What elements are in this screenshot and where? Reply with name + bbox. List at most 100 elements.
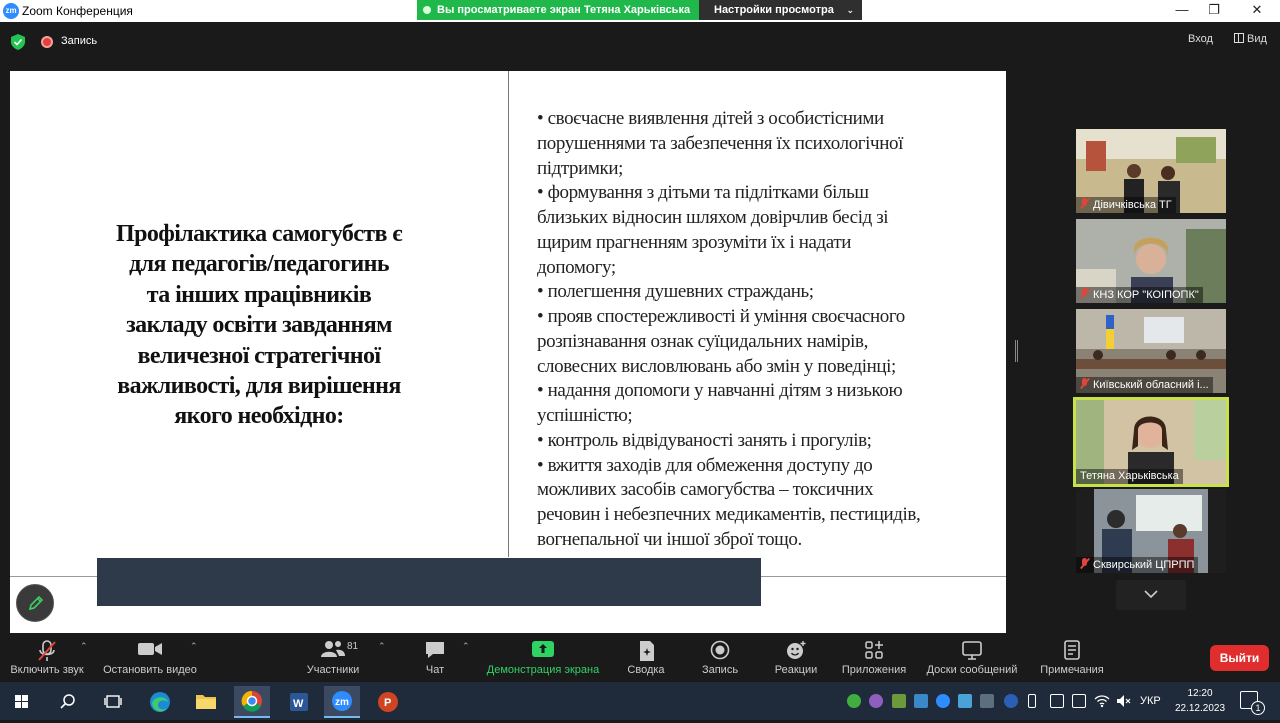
- slide-bullet-line: допомогу;: [537, 256, 616, 278]
- notes-button[interactable]: Примечания: [1036, 633, 1108, 682]
- slide-bullet-line: • надання допомоги у навчанні дітям з ни…: [537, 380, 903, 402]
- clock-time: 12:20: [1187, 688, 1213, 699]
- start-button[interactable]: [4, 686, 40, 718]
- slide-bullet-line: • полегшення душевних страждань;: [537, 281, 814, 303]
- meeting-toolbar: Включить звук ⌃ Остановить видео ⌃ Участ…: [0, 633, 1280, 682]
- tray-app-icon[interactable]: [914, 694, 928, 708]
- notifications-count: 1: [1251, 701, 1265, 715]
- unmute-button[interactable]: Включить звук: [2, 633, 92, 682]
- slide-title-line: величезної стратегічної: [137, 342, 382, 369]
- tray-app-icon[interactable]: [892, 694, 906, 708]
- tray-app-icon[interactable]: [958, 694, 972, 708]
- panel-splitter[interactable]: [1015, 340, 1018, 362]
- clock-date: 22.12.2023: [1174, 703, 1226, 714]
- participants-options-caret[interactable]: ⌃: [378, 641, 386, 652]
- folder-icon: [196, 695, 216, 709]
- tray-app-icon[interactable]: [1072, 694, 1086, 708]
- pencil-icon: [28, 595, 44, 611]
- chat-bubble-icon: [426, 642, 444, 658]
- video-tile[interactable]: КНЗ КОР "КОІПОПК": [1076, 219, 1226, 303]
- slide-bullet-line: близьких відносин шляхом довірчлив бесід…: [537, 207, 889, 228]
- slide-footer-bar: [97, 558, 761, 606]
- taskbar-chrome[interactable]: [234, 686, 270, 718]
- taskbar-edge[interactable]: [142, 686, 178, 718]
- participant-name: Тетяна Харьківська: [1080, 470, 1179, 482]
- taskbar-file-explorer[interactable]: [188, 686, 224, 718]
- shared-screen: Профілактика самогубств є для педагогів/…: [10, 71, 1006, 633]
- slide-bullet-line: • своєчасне виявлення дітей з особистісн…: [537, 108, 884, 129]
- summary-button[interactable]: Сводка: [620, 633, 672, 682]
- view-options-label: Настройки просмотра: [714, 4, 834, 16]
- video-tile[interactable]: Дівичківська ТГ: [1076, 129, 1226, 213]
- video-tile-active-speaker[interactable]: Тетяна Харьківська: [1073, 397, 1229, 487]
- record-button[interactable]: Запись: [694, 633, 746, 682]
- slide-bullet-line: • вжиття заходів для обмеження доступу д…: [537, 454, 873, 476]
- task-view-button[interactable]: [95, 686, 131, 718]
- enter-button[interactable]: Вход: [1188, 33, 1213, 45]
- recording-label: Запись: [61, 35, 98, 47]
- share-screen-icon: [532, 641, 554, 657]
- tray-security-icon[interactable]: [980, 694, 994, 708]
- taskbar-powerpoint[interactable]: P: [370, 686, 406, 718]
- taskbar-clock[interactable]: 12:20 22.12.2023: [1172, 686, 1228, 716]
- participant-label: Тетяна Харьківська: [1076, 469, 1183, 484]
- keyboard-language[interactable]: УКР: [1140, 695, 1161, 707]
- slide-bullet-list: • своєчасне виявлення дітей з особистісн…: [537, 107, 977, 553]
- battery-icon[interactable]: [1028, 694, 1036, 708]
- tray-app-icon[interactable]: [1050, 694, 1064, 708]
- participant-label: Сквирський ЦПРПП: [1076, 557, 1199, 573]
- participant-label: Дівичківська ТГ: [1076, 197, 1176, 213]
- window-title: Zoom Конференция: [22, 4, 133, 18]
- taskbar-search-button[interactable]: [50, 686, 86, 718]
- taskbar-zoom[interactable]: zm: [324, 686, 360, 718]
- share-screen-label: Демонстрация экрана: [486, 664, 600, 676]
- bluetooth-icon[interactable]: [1004, 694, 1018, 708]
- word-icon: W: [290, 693, 308, 711]
- slide-bullet-line: • прояв спостережливості й уміння своєча…: [537, 306, 905, 327]
- video-tile[interactable]: Київський обласний і...: [1076, 309, 1226, 393]
- record-label: Запись: [701, 664, 739, 676]
- whiteboards-label: Доски сообщений: [926, 664, 1018, 676]
- apps-button[interactable]: Приложения: [836, 633, 912, 682]
- view-options-dropdown[interactable]: Настройки просмотра ⌄: [699, 0, 862, 20]
- notes-icon: [1064, 640, 1080, 660]
- slide-title-line: важливості, для вирішення: [117, 373, 401, 400]
- chat-button[interactable]: Чат: [410, 633, 460, 682]
- muted-mic-icon: [1080, 288, 1089, 299]
- whiteboards-button[interactable]: Доски сообщений: [920, 633, 1024, 682]
- audio-options-caret[interactable]: ⌃: [80, 641, 88, 652]
- chat-label: Чат: [425, 664, 445, 676]
- reactions-button[interactable]: Реакции: [768, 633, 824, 682]
- tray-app-icon[interactable]: [847, 694, 861, 708]
- participant-name: Сквирський ЦПРПП: [1093, 559, 1195, 571]
- tiles-scroll-down-button[interactable]: [1116, 580, 1186, 610]
- volume-muted-icon[interactable]: [1116, 694, 1132, 708]
- stop-video-button[interactable]: Остановить видео: [100, 633, 200, 682]
- muted-mic-icon: [1080, 558, 1089, 569]
- wifi-icon[interactable]: [1094, 694, 1110, 708]
- leave-button[interactable]: Выйти: [1210, 645, 1269, 671]
- shield-icon[interactable]: [11, 34, 25, 50]
- tray-viber-icon[interactable]: [869, 694, 883, 708]
- maximize-button[interactable]: ❐: [1192, 0, 1236, 22]
- annotate-button[interactable]: [16, 584, 54, 622]
- zoom-app-icon: zm: [332, 691, 352, 711]
- whiteboard-icon: [962, 641, 982, 660]
- view-button[interactable]: Вид: [1234, 33, 1267, 45]
- taskbar-word[interactable]: W: [280, 686, 316, 718]
- apps-icon: [865, 641, 883, 659]
- slide-title-line: закладу освіти завданням: [126, 312, 392, 339]
- chat-options-caret[interactable]: ⌃: [462, 641, 470, 652]
- tray-zoom-icon[interactable]: [936, 694, 950, 708]
- slide-bullet-line: розпізнавання ознак суїцидальних намірів…: [537, 330, 868, 352]
- participant-name: Київський обласний і...: [1093, 379, 1209, 391]
- close-button[interactable]: ✕: [1235, 0, 1279, 22]
- summary-icon: [640, 641, 654, 661]
- record-icon: [710, 640, 730, 660]
- slide-title-line: Профілактика самогубств є: [116, 221, 403, 247]
- participant-label: КНЗ КОР "КОІПОПК": [1076, 287, 1203, 303]
- muted-mic-icon: [1080, 198, 1089, 209]
- share-screen-button[interactable]: Демонстрация экрана: [482, 633, 604, 682]
- video-options-caret[interactable]: ⌃: [190, 641, 198, 652]
- video-tile[interactable]: Сквирський ЦПРПП: [1076, 489, 1226, 573]
